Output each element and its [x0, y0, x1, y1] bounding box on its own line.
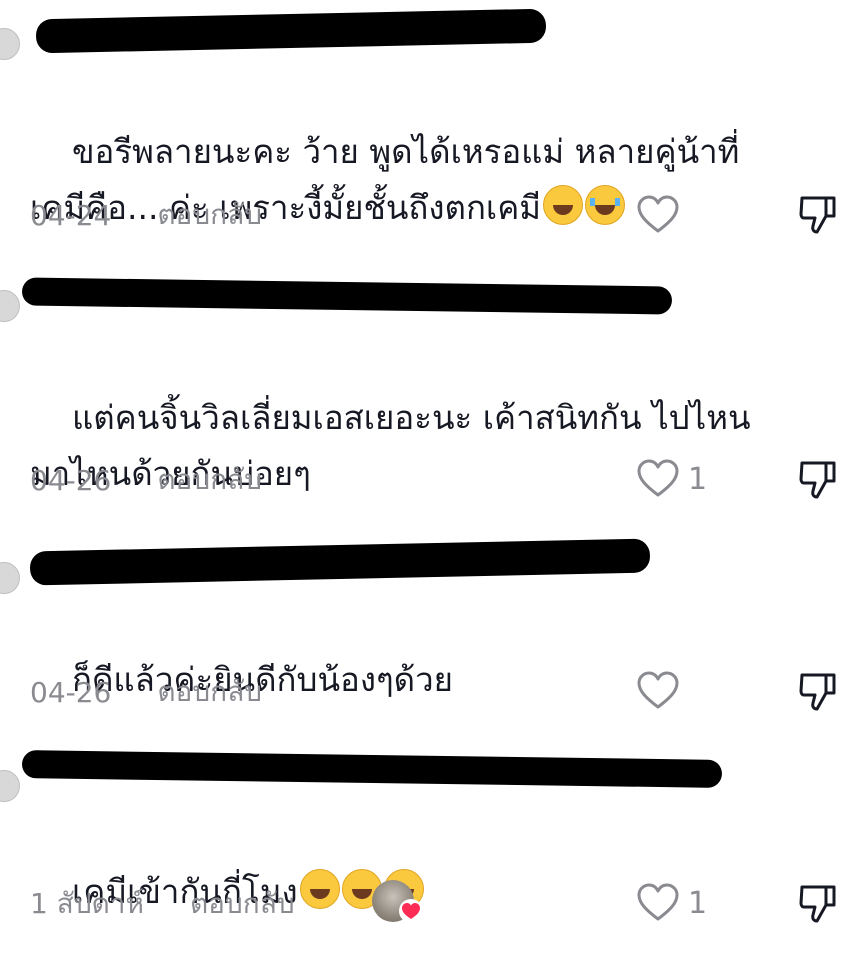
thumbs-down-outline-icon[interactable] [798, 883, 838, 925]
comment-text: ขอรีพลายนะคะ ว้าย พูดได้เหรอแม่ หลายคู่น… [30, 68, 842, 292]
comment-date: 04-26 [30, 463, 112, 497]
thumbs-down-outline-icon[interactable] [798, 194, 838, 236]
like-button[interactable] [636, 671, 688, 711]
comment-date: 04-24 [30, 198, 112, 232]
like-count: 1 [688, 461, 708, 497]
heart-outline-icon [637, 883, 679, 921]
creator-liked-heart-icon [399, 899, 423, 923]
heart-outline-icon [637, 671, 679, 709]
laughing-tears-emoji-icon [543, 185, 584, 225]
comment-meta: 04-24 ตอบกลับ [30, 195, 262, 235]
avatar[interactable] [0, 28, 20, 60]
comment-meta: 04-26 ตอบกลับ [30, 460, 262, 500]
crying-emoji-icon [585, 185, 626, 225]
comment-date: 04-26 [30, 675, 112, 709]
reply-button[interactable]: ตอบกลับ [190, 882, 295, 926]
laughing-tears-emoji-icon [299, 869, 340, 909]
reply-button[interactable]: ตอบกลับ [157, 458, 262, 502]
like-button[interactable] [636, 195, 688, 235]
like-button[interactable]: 1 [636, 883, 707, 923]
like-button[interactable]: 1 [636, 459, 707, 499]
comment-text: แต่คนจิ้นวิลเลี่ยมเอสเยอะนะ เค้าสนิทกัน … [30, 334, 842, 558]
avatar[interactable] [0, 290, 20, 322]
comment-meta: 04-26 ตอบกลับ [30, 672, 262, 712]
heart-outline-icon [637, 459, 679, 497]
avatar[interactable] [0, 562, 20, 594]
thumbs-down-outline-icon[interactable] [798, 459, 838, 501]
thumbs-down-outline-icon[interactable] [798, 671, 838, 713]
redacted-username [35, 8, 547, 54]
avatar[interactable] [0, 770, 20, 802]
heart-outline-icon [637, 195, 679, 233]
reply-button[interactable]: ตอบกลับ [157, 193, 262, 237]
like-count: 1 [688, 885, 708, 921]
reply-button[interactable]: ตอบกลับ [157, 670, 262, 714]
comment-date: 1 สัปดาห์ [30, 887, 144, 920]
comment-meta: 1 สัปดาห์ ตอบกลับ [30, 884, 295, 924]
